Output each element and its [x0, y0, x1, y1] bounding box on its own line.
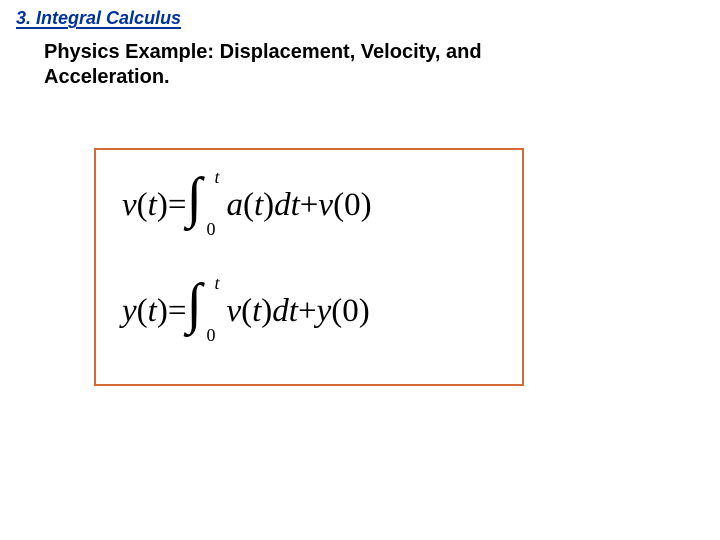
eq1-diff: dt	[274, 189, 300, 222]
equation-displacement: y(t) = ∫t0v(t)dt + y(0)	[122, 280, 502, 342]
eq2-integrand-close: )	[261, 295, 272, 328]
equation-velocity: v(t) = ∫t0a(t)dt + v(0)	[122, 174, 502, 236]
eq1-integrand-arg: t	[254, 189, 263, 222]
eq2-init-arg: 0	[342, 295, 359, 328]
eq2-init-open: (	[331, 295, 342, 328]
eq2-init-close: )	[359, 295, 370, 328]
eq2-plus: +	[298, 295, 317, 328]
eq2-integrand-open: (	[241, 295, 252, 328]
slide: 3. Integral Calculus Physics Example: Di…	[0, 0, 720, 540]
section-title: Integral Calculus	[36, 8, 181, 28]
eq2-int-lower: 0	[206, 326, 215, 344]
eq2-lhs-close: )	[157, 295, 168, 328]
equation-box: v(t) = ∫t0a(t)dt + v(0) y(t) = ∫t0v(t)dt…	[94, 148, 524, 386]
eq1-lhs-close: )	[157, 189, 168, 222]
eq2-integrand-var: v	[226, 295, 241, 328]
eq2-init-var: y	[317, 295, 332, 328]
eq2-integral: ∫t0	[186, 282, 226, 340]
eq1-init-var: v	[318, 189, 333, 222]
eq1-lhs-var: v	[122, 189, 137, 222]
eq1-integrand-close: )	[263, 189, 274, 222]
eq2-lhs-open: (	[137, 295, 148, 328]
integral-icon: ∫	[186, 170, 201, 226]
section-number: 3.	[16, 8, 31, 28]
slide-subtitle: Physics Example: Displacement, Velocity,…	[44, 40, 560, 90]
eq1-init-open: (	[333, 189, 344, 222]
eq2-lhs-var: y	[122, 295, 137, 328]
eq1-integrand-open: (	[243, 189, 254, 222]
integral-icon: ∫	[186, 276, 201, 332]
eq1-init-close: )	[361, 189, 372, 222]
eq2-integrand-arg: t	[252, 295, 261, 328]
eq1-lhs-arg: t	[148, 189, 157, 222]
eq1-init-arg: 0	[344, 189, 361, 222]
section-heading: 3. Integral Calculus	[16, 8, 181, 29]
eq1-equals: =	[168, 189, 187, 222]
eq2-diff: dt	[272, 295, 298, 328]
eq1-int-upper: t	[214, 168, 219, 186]
eq1-integral: ∫t0	[186, 176, 226, 234]
eq1-integrand-var: a	[226, 189, 243, 222]
eq2-lhs-arg: t	[148, 295, 157, 328]
eq1-plus: +	[300, 189, 319, 222]
eq1-lhs-open: (	[137, 189, 148, 222]
eq2-equals: =	[168, 295, 187, 328]
eq1-int-lower: 0	[206, 220, 215, 238]
eq2-int-upper: t	[214, 274, 219, 292]
